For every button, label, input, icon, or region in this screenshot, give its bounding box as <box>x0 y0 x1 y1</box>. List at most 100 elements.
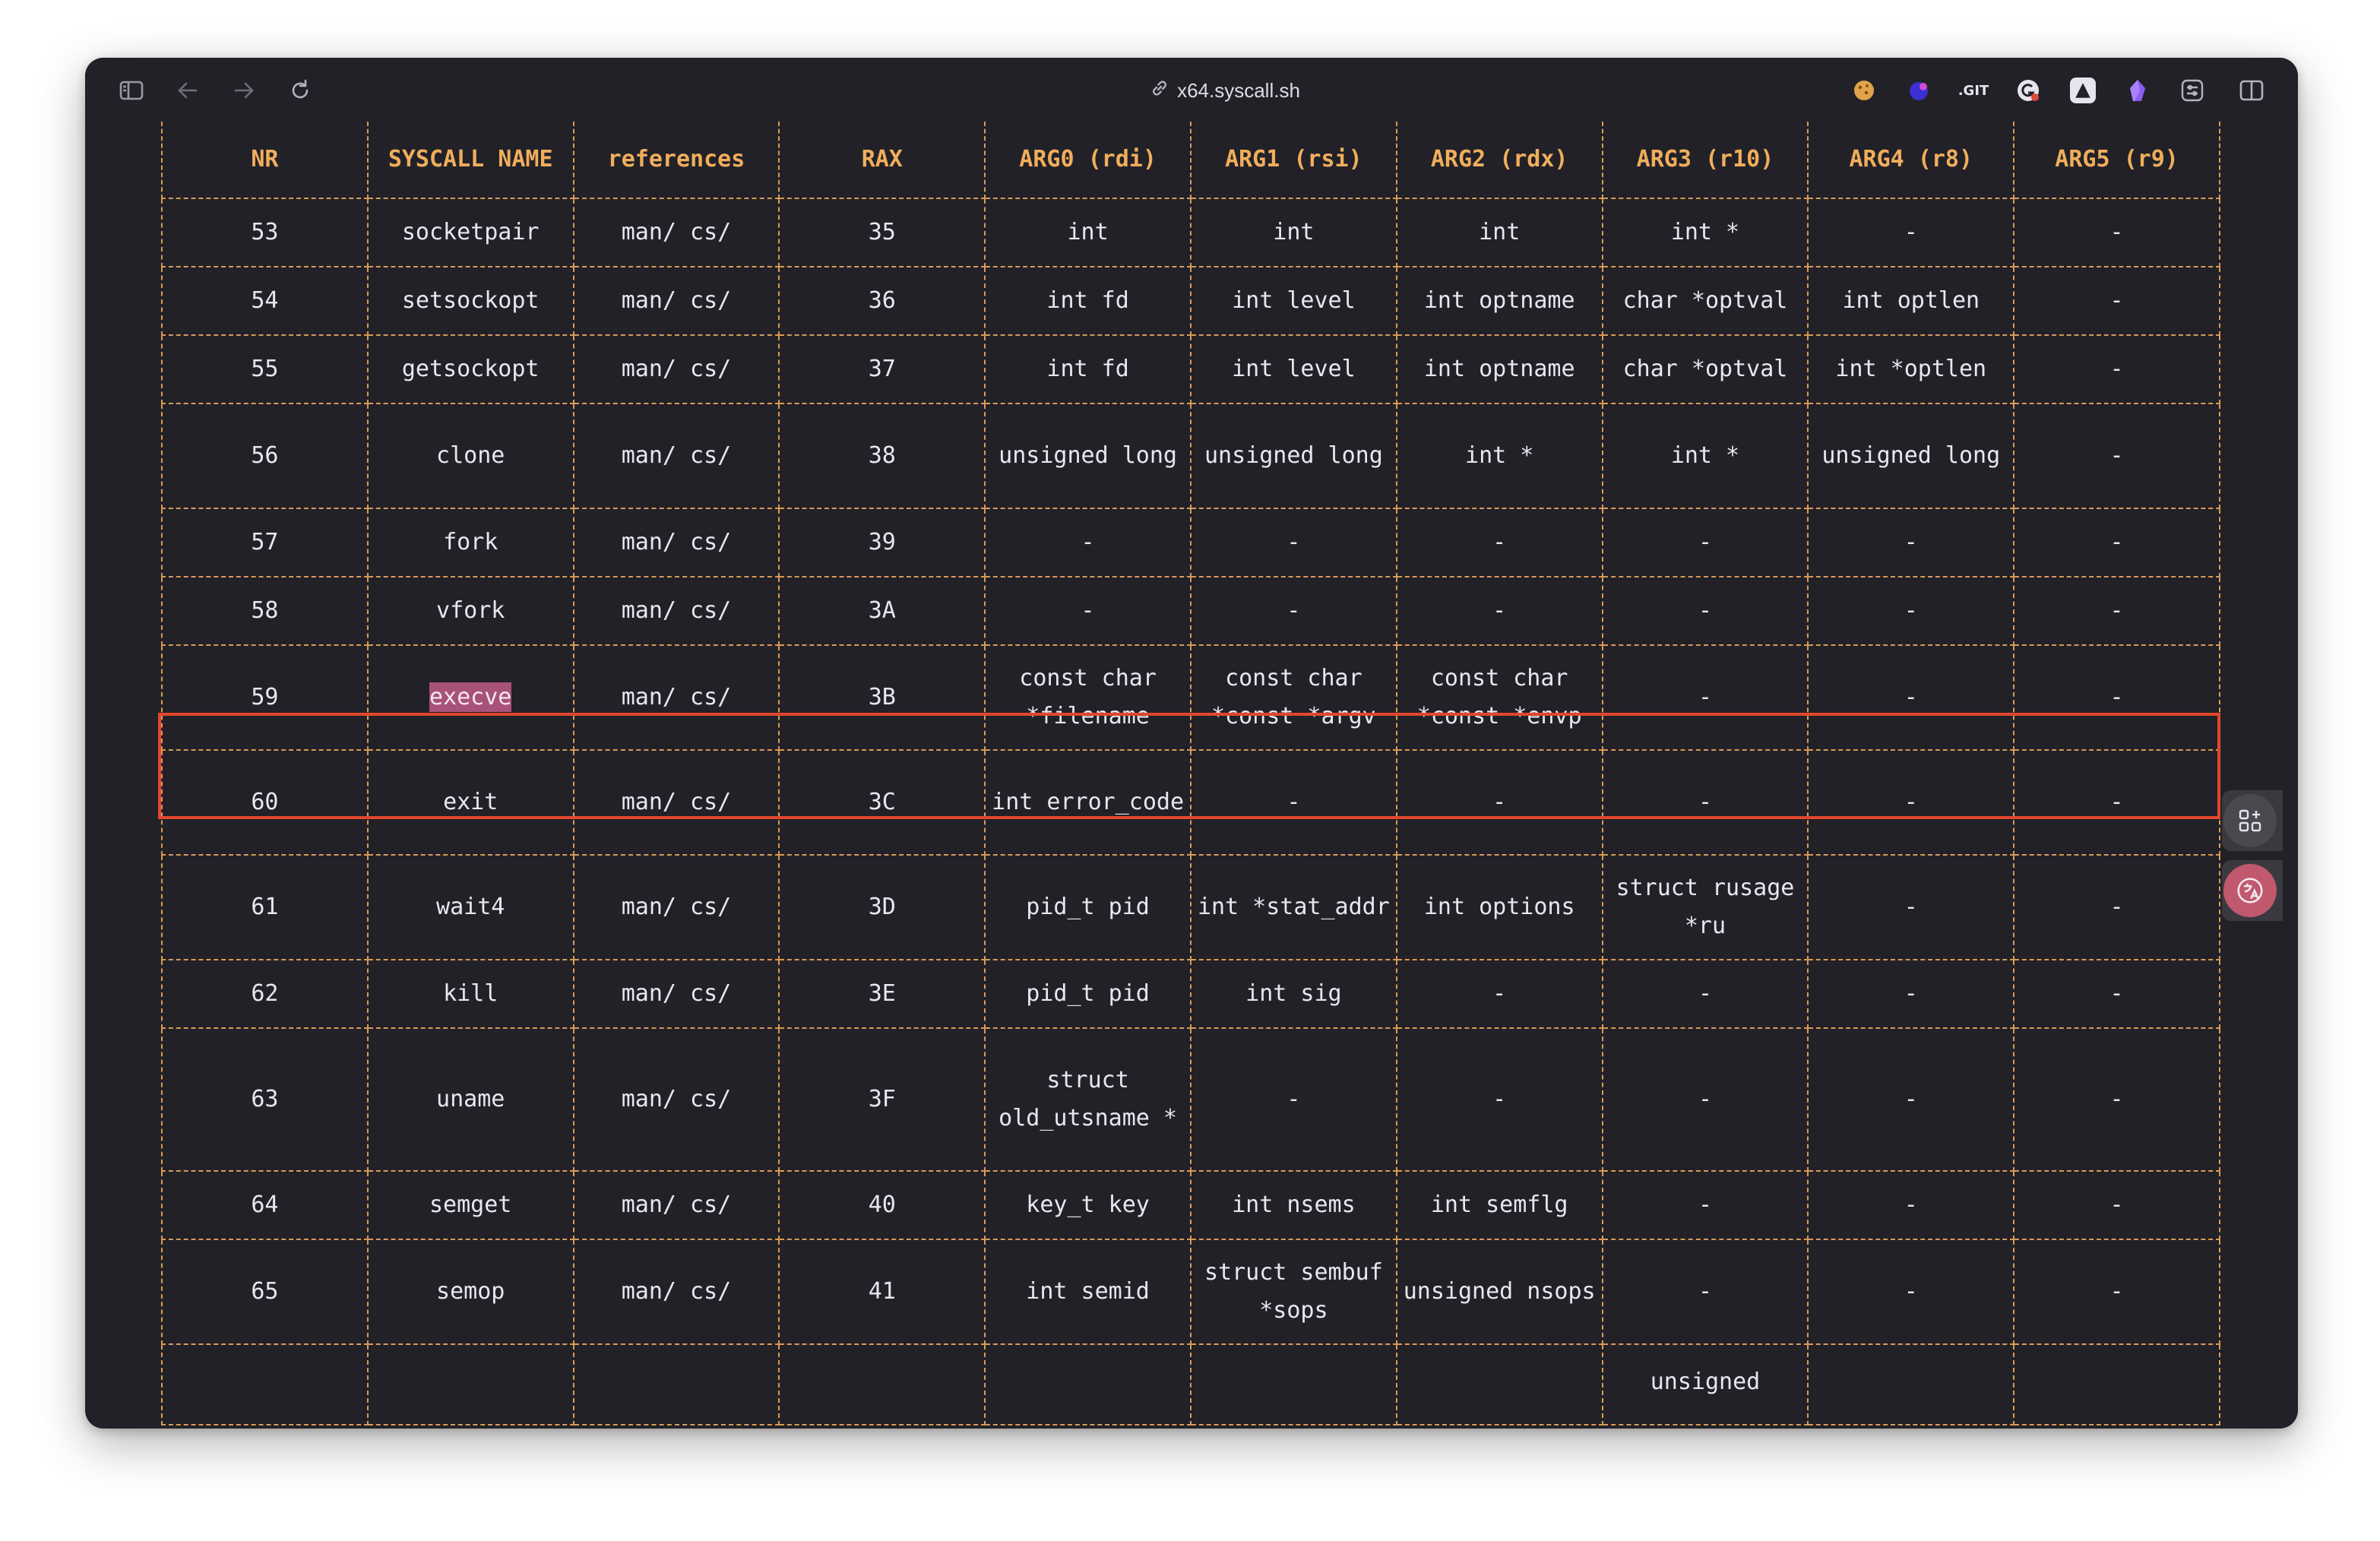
cell-rax: 39 <box>778 508 986 577</box>
cell-references[interactable]: man/ cs/ <box>572 403 780 509</box>
cell-syscall-name: setsockopt <box>366 266 574 336</box>
cell-references[interactable]: man/ cs/ <box>572 198 780 267</box>
cell-arg0: - <box>984 576 1192 646</box>
cell-references[interactable]: man/ cs/ <box>572 334 780 404</box>
cell-arg3: int * <box>1601 198 1809 267</box>
header-references[interactable]: references <box>572 122 780 199</box>
cell-rax: 41 <box>778 1239 986 1345</box>
cell-nr: 58 <box>161 576 369 646</box>
cell-arg1: int *stat_addr <box>1189 854 1397 960</box>
back-arrow-icon[interactable] <box>175 78 201 103</box>
cell-arg5: - <box>2013 334 2220 404</box>
cell-rax: 3D <box>778 854 986 960</box>
cell-references[interactable]: man/ cs/ <box>572 959 780 1029</box>
header-rax[interactable]: RAX <box>778 122 986 199</box>
purple-extension-icon[interactable] <box>1906 78 1932 103</box>
header-arg4[interactable]: ARG4 (r8) <box>1807 122 2015 199</box>
extensions-menu-icon[interactable] <box>2179 78 2205 103</box>
cell-arg2: unsigned nsops <box>1395 1239 1603 1345</box>
split-view-icon[interactable] <box>2239 78 2264 103</box>
cell-nr: 59 <box>161 644 369 751</box>
cell-arg0: key_t key <box>984 1170 1192 1240</box>
cell-references[interactable]: man/ cs/ <box>572 1170 780 1240</box>
cell-references[interactable]: man/ cs/ <box>572 749 780 856</box>
cell-references[interactable]: man/ cs/ <box>572 854 780 960</box>
cell-rax: 3B <box>778 644 986 751</box>
header-arg3[interactable]: ARG3 (r10) <box>1601 122 1809 199</box>
cell-references[interactable]: man/ cs/ <box>572 266 780 336</box>
cell-arg3: struct rusage *ru <box>1601 854 1809 960</box>
cell-arg3: int * <box>1601 403 1809 509</box>
cell-nr: 62 <box>161 959 369 1029</box>
cell-arg4: unsigned long <box>1807 403 2015 509</box>
cell-arg2: int optname <box>1395 334 1603 404</box>
cell-syscall-name: wait4 <box>366 854 574 960</box>
cell-nr: 53 <box>161 198 369 267</box>
forward-arrow-icon[interactable] <box>231 78 257 103</box>
table-row: 58 vfork man/ cs/3A - - - - - - <box>161 576 2220 646</box>
table-header-row: NR SYSCALL NAME references RAX ARG0 (rdi… <box>161 122 2220 199</box>
cell-arg0: pid_t pid <box>984 959 1192 1029</box>
cell-references[interactable]: man/ cs/ <box>572 1027 780 1172</box>
address-bar[interactable]: x64.syscall.sh <box>1088 78 1362 103</box>
cell-syscall-name: vfork <box>366 576 574 646</box>
reload-icon[interactable] <box>287 78 313 103</box>
table-row: 59 execve man/ cs/3B const char *filename co… <box>161 644 2220 751</box>
cell-nr: 57 <box>161 508 369 577</box>
grammarly-extension-icon[interactable] <box>2015 78 2041 103</box>
cell-syscall-name: execve <box>366 644 574 751</box>
obsidian-extension-icon[interactable] <box>2125 78 2151 103</box>
cell-rax: 3C <box>778 749 986 856</box>
table-row: 61 wait4 man/ cs/3D pid_t pid int *stat_addr… <box>161 854 2220 960</box>
cell-references[interactable]: man/ cs/ <box>572 1239 780 1345</box>
cell-arg5: - <box>2013 266 2220 336</box>
cell-rax: 3E <box>778 959 986 1029</box>
cell-arg5: - <box>2013 644 2220 751</box>
cell-arg2: int semflg <box>1395 1170 1603 1240</box>
header-arg5[interactable]: ARG5 (r9) <box>2013 122 2220 199</box>
cell-arg3: - <box>1601 1239 1809 1345</box>
cell-references[interactable]: man/ cs/ <box>572 508 780 577</box>
cell-arg1: struct sembuf *sops <box>1189 1239 1397 1345</box>
cell-arg3: - <box>1601 749 1809 856</box>
cell-arg0: const char *filename <box>984 644 1192 751</box>
cell-arg5: - <box>2013 576 2220 646</box>
cell-arg1: unsigned long <box>1189 403 1397 509</box>
proton-extension-icon[interactable] <box>2070 78 2096 103</box>
header-arg0[interactable]: ARG0 (rdi) <box>984 122 1192 199</box>
cell-arg3: - <box>1601 1027 1809 1172</box>
cell-arg3: - <box>1601 508 1809 577</box>
cell-arg0: - <box>984 508 1192 577</box>
table-row: 65 semop man/ cs/41 int semid struct sembuf … <box>161 1239 2220 1345</box>
cell-arg0: pid_t pid <box>984 854 1192 960</box>
cell-rax: 3A <box>778 576 986 646</box>
cell-syscall-name: clone <box>366 403 574 509</box>
highlighted-syscall-text: execve <box>429 682 512 712</box>
cell-arg4: - <box>1807 1027 2015 1172</box>
cell-rax: 40 <box>778 1170 986 1240</box>
cell-arg4: - <box>1807 644 2015 751</box>
cell-nr: 64 <box>161 1170 369 1240</box>
header-arg1[interactable]: ARG1 (rsi) <box>1189 122 1397 199</box>
cell-rax: 38 <box>778 403 986 509</box>
table-row: unsigned <box>161 1343 2220 1426</box>
url-text: x64.syscall.sh <box>1177 78 1300 102</box>
cell-arg2: int optname <box>1395 266 1603 336</box>
sidebar-toggle-icon[interactable] <box>119 78 144 103</box>
translate-icon[interactable] <box>2223 864 2277 917</box>
header-arg2[interactable]: ARG2 (rdx) <box>1395 122 1603 199</box>
cell-arg0 <box>984 1343 1192 1426</box>
header-syscall-name[interactable]: SYSCALL NAME <box>366 122 574 199</box>
cookie-extension-icon[interactable] <box>1851 78 1877 103</box>
cell-arg1: - <box>1189 508 1397 577</box>
git-extension-icon[interactable]: .GIT <box>1958 78 1989 103</box>
cell-references[interactable] <box>572 1343 780 1426</box>
qr-code-icon[interactable] <box>2223 794 2277 847</box>
table-row: 60 exit man/ cs/3C int error_code - - - - - <box>161 749 2220 856</box>
cell-references[interactable]: man/ cs/ <box>572 576 780 646</box>
cell-arg5: - <box>2013 1027 2220 1172</box>
cell-references[interactable]: man/ cs/ <box>572 644 780 751</box>
header-nr[interactable]: NR <box>161 122 369 199</box>
cell-arg5 <box>2013 1343 2220 1426</box>
cell-arg1 <box>1189 1343 1397 1426</box>
